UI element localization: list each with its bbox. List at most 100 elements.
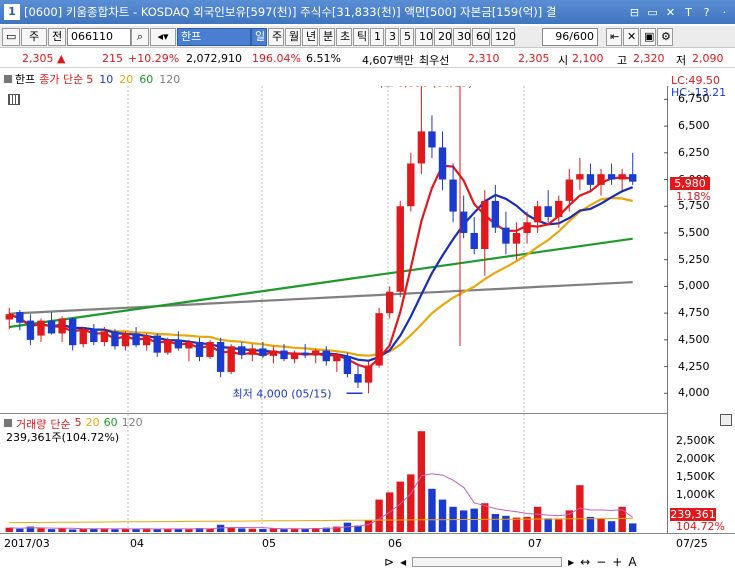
speaker-icon[interactable]: ◂▾ <box>150 27 176 46</box>
scroll-controls: ⊳ ◂ ▸ ↔ − + A <box>384 552 735 572</box>
font-button[interactable]: T <box>681 5 696 20</box>
candle-body <box>238 346 246 355</box>
quote-bar: 2,305 ▲ 215 +10.29% 2,072,910 196.04% 6.… <box>0 50 735 68</box>
chart-type-icon[interactable]: ▭ <box>2 27 20 46</box>
scroll-next-icon[interactable]: ▸ <box>568 555 574 569</box>
tick-count-5[interactable]: 5 <box>400 27 414 46</box>
candle-body <box>248 348 257 355</box>
settings-icon[interactable]: ⚙ <box>657 27 673 46</box>
candle-body <box>185 342 193 349</box>
count-display[interactable]: 96/600 <box>542 27 598 46</box>
open-price: 2,100 <box>572 52 604 65</box>
volume-tick-label: 2,000K <box>676 452 715 465</box>
price-tick-label: 4,250 <box>678 359 710 373</box>
search-icon[interactable]: ⌕ <box>131 27 149 46</box>
candle-body <box>58 318 66 334</box>
crosshair-icon[interactable]: ✕ <box>623 27 639 46</box>
stock-code-input[interactable]: 066110 <box>67 27 131 46</box>
interval-year[interactable]: 년 <box>302 27 318 46</box>
zoom-out-icon[interactable]: − <box>596 555 606 569</box>
volume-bar <box>597 518 605 532</box>
tick-count-60[interactable]: 60 <box>472 27 490 46</box>
tick-count-30[interactable]: 30 <box>453 27 471 46</box>
x-label-0: 2017/03 <box>4 537 50 550</box>
x-label-1: 04 <box>130 537 144 550</box>
interval-minute[interactable]: 분 <box>319 27 335 46</box>
tick-count-10[interactable]: 10 <box>415 27 433 46</box>
x-label-2: 05 <box>262 537 276 550</box>
volume-bar <box>438 499 447 532</box>
best-ask: 2,310 <box>468 52 500 65</box>
save-icon[interactable]: ▣ <box>640 27 656 46</box>
menu-button[interactable]: · <box>717 5 732 20</box>
legend-ma-120: 120 <box>159 72 181 86</box>
tick-count-20[interactable]: 20 <box>434 27 452 46</box>
window-title: [0600] 키움종합차트 - KOSDAQ 외국인보유[597(천)] 주식수… <box>24 5 557 19</box>
settings-corner-icon[interactable] <box>720 414 732 426</box>
tick-count-120[interactable]: 120 <box>491 27 516 46</box>
volume-panel[interactable]: 거래량 단순 5 20 60 120 239,361주(104.72%) <box>0 413 668 534</box>
candle-body <box>407 163 415 207</box>
period-select[interactable]: 주 <box>21 27 47 46</box>
candle-body <box>5 314 13 320</box>
legend-stock-name: 한프 <box>15 73 36 86</box>
volume-bar <box>248 528 257 532</box>
volume-current-pct: 104.72% <box>676 520 725 533</box>
maximize-button[interactable]: ▭ <box>645 5 660 20</box>
candle-body <box>216 342 225 372</box>
scroll-first-icon[interactable]: ⊳ <box>384 555 394 569</box>
volume-bar <box>459 510 468 532</box>
title-bar: 1 [0600] 키움종합차트 - KOSDAQ 외국인보유[597(천)] 주… <box>0 0 735 24</box>
tick-count-3[interactable]: 3 <box>385 27 399 46</box>
volume-bar <box>607 521 616 532</box>
candle-body <box>100 331 109 342</box>
candle-body <box>459 211 468 233</box>
best-label: 최우선 <box>419 54 450 67</box>
restore-button[interactable]: ⊟ <box>627 5 642 20</box>
market-select[interactable]: 전 <box>48 27 66 46</box>
volume-bar <box>502 515 510 532</box>
price-axis: LC:49.50 HC:-13.21 6,7506,5006,2506,0005… <box>668 74 735 533</box>
current-price: 2,305 ▲ <box>22 52 66 65</box>
candle-body <box>607 174 616 180</box>
trade-amount: 4,607백만 <box>362 54 414 67</box>
volume-bar <box>544 518 552 532</box>
candle-body <box>16 312 24 323</box>
volume-bar <box>396 481 404 532</box>
stock-name-field[interactable]: 한프 <box>177 27 251 46</box>
price-tick-label: 6,750 <box>678 92 710 106</box>
toolbar: ▭ 주 전 066110 ⌕ ◂▾ 한프 일 주 월 년 분 초 틱 1 3 5… <box>0 26 735 48</box>
candle-body <box>47 320 56 334</box>
text-tool-icon[interactable]: A <box>628 555 636 569</box>
scrollbar[interactable] <box>412 557 563 567</box>
interval-second[interactable]: 초 <box>336 27 352 46</box>
x-label-5: 07/25 <box>676 537 708 550</box>
candle-body <box>121 333 130 347</box>
candle-body <box>343 355 352 375</box>
volume-bar <box>111 529 119 532</box>
candle-body <box>111 331 119 347</box>
candle-body <box>502 227 510 244</box>
candle-body <box>375 313 383 366</box>
volume-bar <box>259 528 267 532</box>
price-tick-label: 6,250 <box>678 145 710 159</box>
interval-month[interactable]: 월 <box>285 27 301 46</box>
tick-count-1[interactable]: 1 <box>370 27 384 46</box>
candle-body <box>195 342 204 357</box>
price-panel[interactable]: 최고 6,890 (06/19) 최저 4,000 (05/15) <box>0 76 668 413</box>
interval-tick[interactable]: 틱 <box>353 27 369 46</box>
legend-marker-icon <box>4 75 12 83</box>
candle-body <box>438 147 447 180</box>
pan-icon[interactable]: ↔ <box>580 555 590 569</box>
candle-body <box>269 350 278 356</box>
candle-body <box>512 232 521 244</box>
help-button[interactable]: ? <box>699 5 714 20</box>
scroll-left-icon[interactable]: ⇤ <box>606 27 622 46</box>
zoom-in-icon[interactable]: + <box>612 555 622 569</box>
scroll-prev-icon[interactable]: ◂ <box>400 555 406 569</box>
close-button[interactable]: ✕ <box>663 5 678 20</box>
candle-body <box>68 318 77 346</box>
volume-bar <box>491 514 500 532</box>
interval-week[interactable]: 주 <box>268 27 284 46</box>
interval-day[interactable]: 일 <box>251 27 267 46</box>
